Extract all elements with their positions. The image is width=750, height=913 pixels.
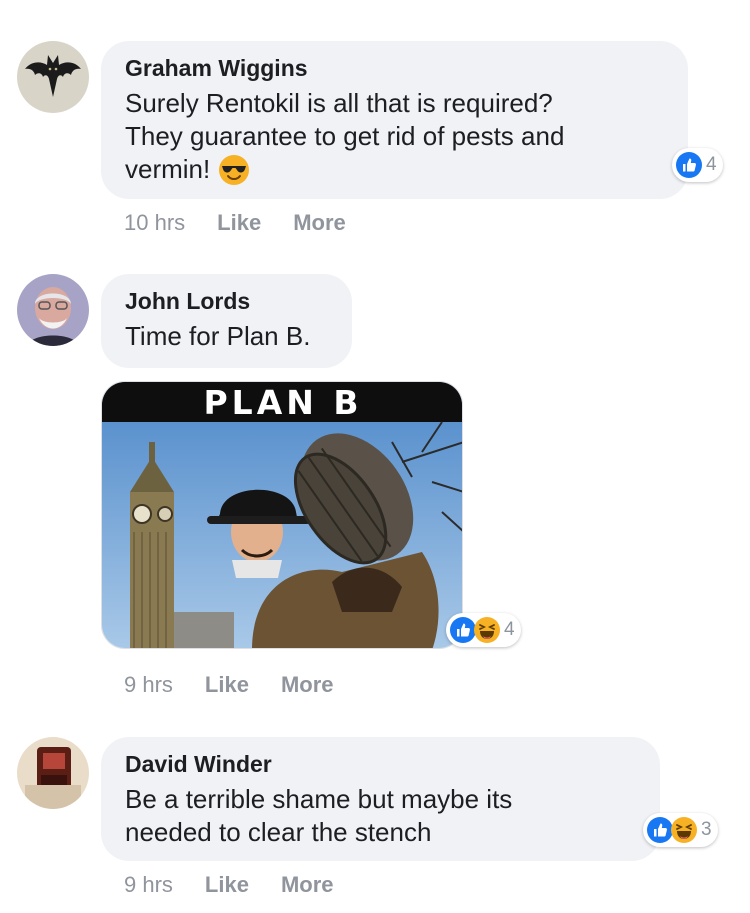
more-button[interactable]: More — [293, 210, 346, 236]
avatar-graham-wiggins[interactable] — [17, 41, 89, 113]
avatar-david-winder[interactable] — [17, 737, 89, 809]
more-button[interactable]: More — [281, 672, 334, 698]
like-reaction-icon — [676, 152, 702, 178]
comment-author[interactable]: David Winder — [125, 749, 636, 779]
comment-bubble-graham-wiggins: Graham Wiggins Surely Rentokil is all th… — [101, 41, 688, 199]
reaction-count: 3 — [701, 819, 712, 840]
comment-author[interactable]: John Lords — [125, 286, 328, 316]
comment-timestamp[interactable]: 9 hrs — [124, 872, 173, 898]
haha-reaction-icon — [474, 617, 500, 643]
plan-b-photo: PLAN B — [102, 382, 462, 648]
comment-text: Be a terrible shame but maybe its needed… — [125, 783, 636, 849]
comment-line: needed to clear the stench — [125, 817, 432, 847]
comment-actions: 9 hrs Like More — [124, 872, 334, 898]
haha-reaction-icon — [671, 817, 697, 843]
comment-line: Be a terrible shame but maybe its — [125, 784, 513, 814]
comment-actions: 9 hrs Like More — [124, 672, 334, 698]
like-button[interactable]: Like — [205, 672, 249, 698]
comment-image-plan-b[interactable]: PLAN B — [101, 381, 463, 649]
reaction-summary[interactable]: 4 — [672, 148, 723, 182]
comment-text: Time for Plan B. — [125, 320, 328, 353]
like-button[interactable]: Like — [217, 210, 261, 236]
reaction-count: 4 — [504, 619, 515, 640]
avatar-john-lords[interactable] — [17, 274, 89, 346]
comment-line: They guarantee to get rid of pests and — [125, 121, 565, 151]
comment-bubble-david-winder: David Winder Be a terrible shame but may… — [101, 737, 660, 861]
comment-line: Time for Plan B. — [125, 321, 311, 351]
wine-avatar-icon — [17, 737, 89, 809]
reaction-summary[interactable]: 4 — [446, 613, 521, 647]
bat-avatar-icon — [17, 41, 89, 113]
comment-line-text: vermin! — [125, 154, 211, 184]
person-avatar-icon — [17, 274, 89, 346]
reaction-summary[interactable]: 3 — [643, 813, 718, 847]
sunglasses-emoji-icon — [219, 154, 250, 185]
comment-bubble-john-lords: John Lords Time for Plan B. — [101, 274, 352, 368]
comment-timestamp[interactable]: 9 hrs — [124, 672, 173, 698]
comment-author[interactable]: Graham Wiggins — [125, 53, 664, 83]
like-button[interactable]: Like — [205, 872, 249, 898]
plan-b-caption: PLAN B — [203, 383, 362, 422]
more-button[interactable]: More — [281, 872, 334, 898]
reaction-count: 4 — [706, 154, 717, 175]
comment-actions: 10 hrs Like More — [124, 210, 346, 236]
comment-timestamp[interactable]: 10 hrs — [124, 210, 185, 236]
comment-text: Surely Rentokil is all that is required?… — [125, 87, 664, 186]
comment-line: vermin! — [125, 153, 664, 186]
comment-line: Surely Rentokil is all that is required? — [125, 88, 553, 118]
